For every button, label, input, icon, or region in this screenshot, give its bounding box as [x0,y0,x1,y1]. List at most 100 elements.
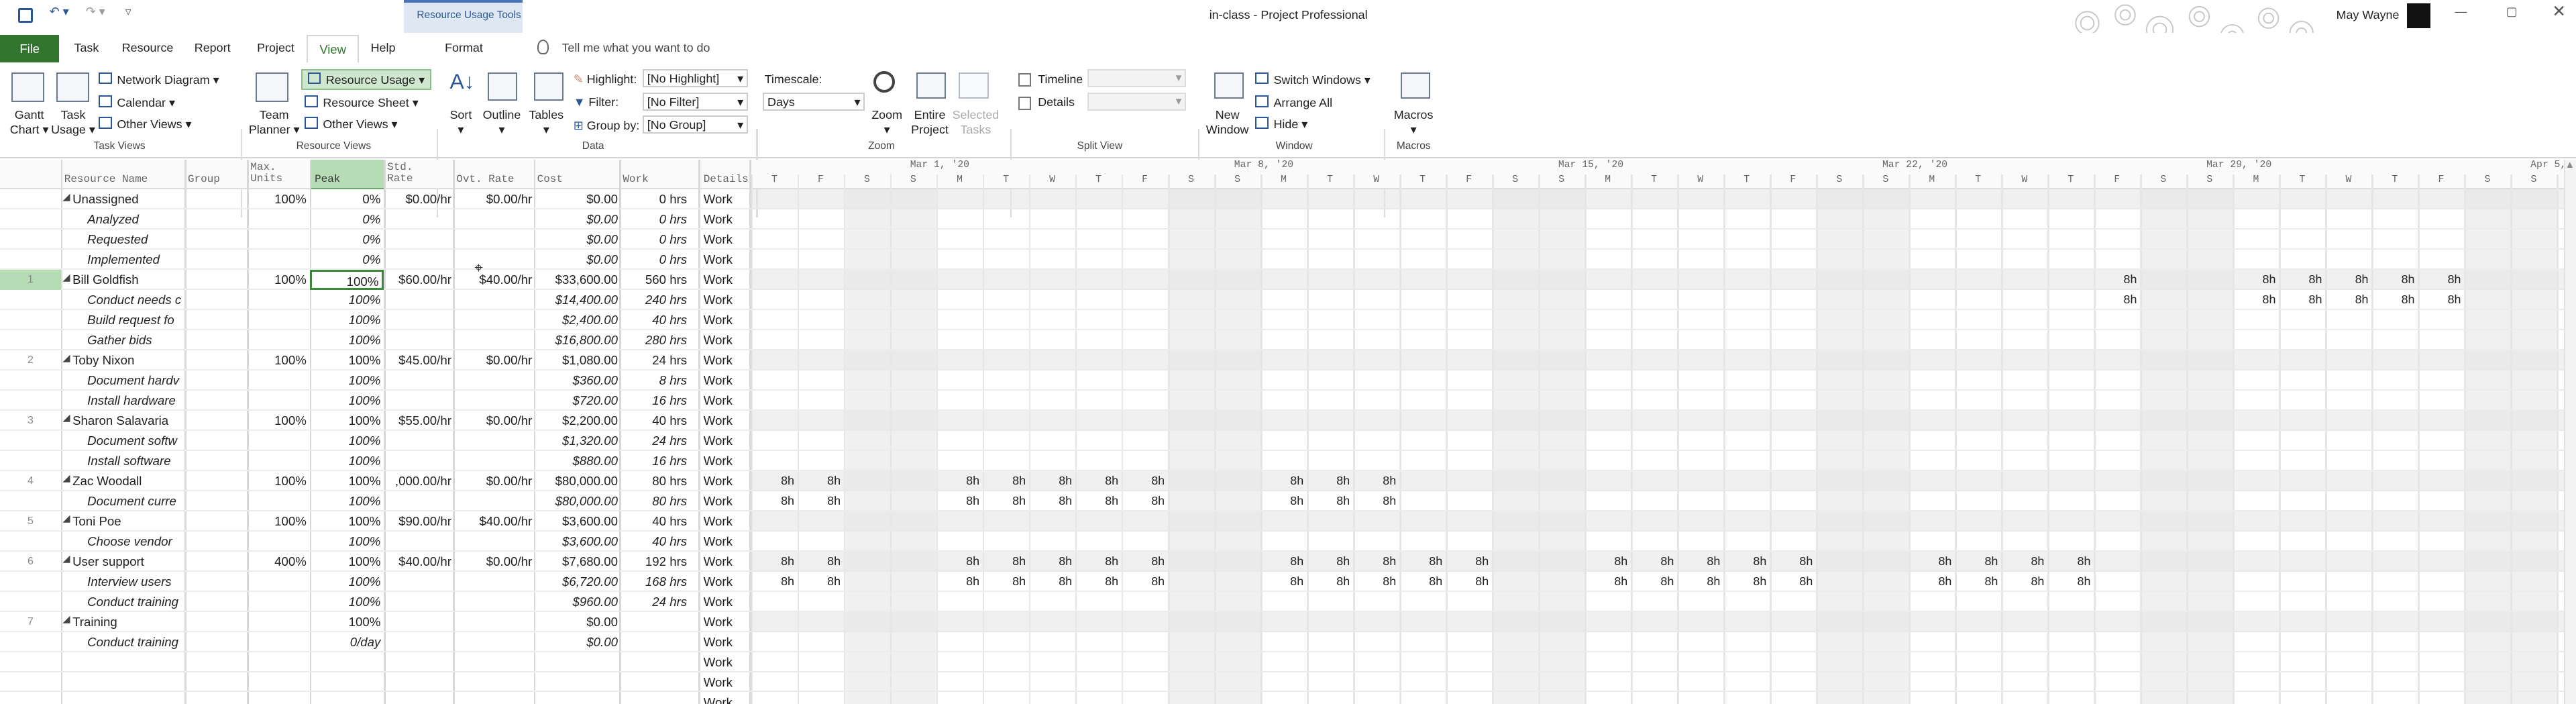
max-units-cell[interactable] [247,612,306,632]
tables-icon[interactable] [533,72,564,101]
timescale-select[interactable]: Days ▾ [763,92,865,111]
details-select[interactable]: ▾ [1087,92,1187,111]
macros-icon[interactable] [1400,72,1430,99]
work-cell[interactable]: 0 hrs [619,209,687,230]
column-header-std-rate[interactable]: Std. Rate [387,161,413,185]
timephased-value[interactable]: 8h [1585,552,1627,572]
ovt-rate-cell[interactable] [453,310,532,330]
peak-cell[interactable]: 0% [310,189,384,209]
work-cell[interactable]: 0 hrs [619,250,687,270]
timephased-value[interactable]: 8h [1446,572,1489,592]
ovt-rate-cell[interactable]: $40.00/hr [453,270,532,290]
vertical-scrollbar[interactable]: ▲ [2563,160,2576,704]
timephased-value[interactable]: 8h [2279,290,2322,310]
std-rate-cell[interactable] [384,431,451,451]
cost-cell[interactable]: $1,320.00 [534,431,618,451]
cost-cell[interactable]: $0.00 [534,250,618,270]
timephased-value[interactable]: 8h [936,491,979,511]
peak-cell[interactable] [310,693,384,704]
work-cell[interactable]: 40 hrs [619,532,687,552]
ovt-rate-cell[interactable]: $0.00/hr [453,471,532,491]
ovt-rate-cell[interactable] [453,672,532,693]
max-units-cell[interactable] [247,451,306,471]
work-cell[interactable]: 24 hrs [619,431,687,451]
row-id[interactable]: 2 [0,350,61,370]
cost-cell[interactable]: $360.00 [534,370,618,391]
timephased-value[interactable]: 8h [2233,270,2276,290]
resource-name-cell[interactable]: Document curre [87,491,182,511]
cost-cell[interactable]: $0.00 [534,209,618,230]
ovt-rate-cell[interactable] [453,431,532,451]
peak-cell[interactable]: 100% [310,370,384,391]
zoom-icon[interactable] [873,70,895,93]
std-rate-cell[interactable] [384,310,451,330]
cost-cell[interactable]: $0.00 [534,612,618,632]
calendar-button[interactable]: Calendar ▾ [99,95,175,110]
cost-cell[interactable]: $0.00 [534,230,618,250]
timephased-value[interactable]: 8h [2233,290,2276,310]
column-header-group[interactable]: Group [188,173,220,185]
std-rate-cell[interactable] [384,290,451,310]
work-cell[interactable] [619,632,687,652]
row-id[interactable] [0,209,61,230]
resource-name-cell[interactable] [87,672,182,693]
resource-name-cell[interactable] [87,693,182,704]
tab-report[interactable]: Report [195,41,231,55]
std-rate-cell[interactable]: $90.00/hr [384,511,451,532]
timephased-value[interactable]: 8h [1307,491,1350,511]
ovt-rate-cell[interactable] [453,370,532,391]
cost-cell[interactable]: $880.00 [534,451,618,471]
group-by-select[interactable]: [No Group] ▾ [642,115,748,134]
work-cell[interactable]: 192 hrs [619,552,687,572]
cost-cell[interactable]: $7,680.00 [534,552,618,572]
timephased-value[interactable]: 8h [1353,471,1396,491]
column-header-name[interactable]: Resource Name [64,173,148,185]
timephased-value[interactable]: 8h [1723,552,1766,572]
work-cell[interactable]: 24 hrs [619,592,687,612]
tab-project[interactable]: Project [257,41,294,55]
collapse-icon[interactable]: ◢ [62,553,70,564]
work-cell[interactable]: 168 hrs [619,572,687,592]
undo-icon[interactable]: ↶ ▾ [50,5,69,19]
details-checkbox[interactable]: Details [1018,95,1075,110]
peak-cell[interactable]: 100% [310,552,384,572]
ovt-rate-cell[interactable] [453,209,532,230]
network-diagram-button[interactable]: Network Diagram ▾ [99,72,219,87]
ovt-rate-cell[interactable] [453,290,532,310]
tab-format[interactable]: Format [445,41,483,55]
timeline-checkbox[interactable]: Timeline [1018,72,1083,87]
cost-cell[interactable] [534,693,618,704]
row-id[interactable] [0,310,61,330]
ovt-rate-cell[interactable]: $0.00/hr [453,350,532,370]
std-rate-cell[interactable]: $0.00/hr [384,189,451,209]
timephased-value[interactable]: 8h [1029,471,1072,491]
row-id[interactable] [0,693,61,704]
timephased-value[interactable]: 8h [1307,572,1350,592]
collapse-icon[interactable]: ◢ [62,472,70,484]
work-cell[interactable] [619,672,687,693]
collapse-icon[interactable]: ◢ [62,412,70,423]
resource-name-cell[interactable]: Zac Woodall [72,471,183,491]
arrange-all-button[interactable]: Arrange All [1255,95,1332,110]
timephased-value[interactable]: 8h [1631,552,1674,572]
peak-cell[interactable]: 0% [310,209,384,230]
task-usage-icon[interactable] [56,72,89,103]
resource-name-cell[interactable]: Build request fo [87,310,182,330]
timephased-value[interactable]: 8h [798,491,841,511]
work-cell[interactable]: 40 hrs [619,411,687,431]
std-rate-cell[interactable] [384,370,451,391]
row-id[interactable] [0,189,61,209]
cost-cell[interactable]: $0.00 [534,189,618,209]
row-id[interactable]: 3 [0,411,61,431]
std-rate-cell[interactable]: $55.00/hr [384,411,451,431]
ovt-rate-cell[interactable] [453,250,532,270]
timephased-value[interactable]: 8h [751,471,794,491]
timephased-value[interactable]: 8h [1122,491,1165,511]
cost-cell[interactable]: $80,000.00 [534,471,618,491]
peak-cell[interactable]: 0% [310,230,384,250]
timephased-value[interactable]: 8h [798,471,841,491]
column-header-max-units[interactable]: Max. Units [250,161,282,185]
std-rate-cell[interactable]: $60.00/hr [384,270,451,290]
resource-name-cell[interactable]: Conduct training [87,632,182,652]
peak-cell[interactable]: 100% [310,612,384,632]
